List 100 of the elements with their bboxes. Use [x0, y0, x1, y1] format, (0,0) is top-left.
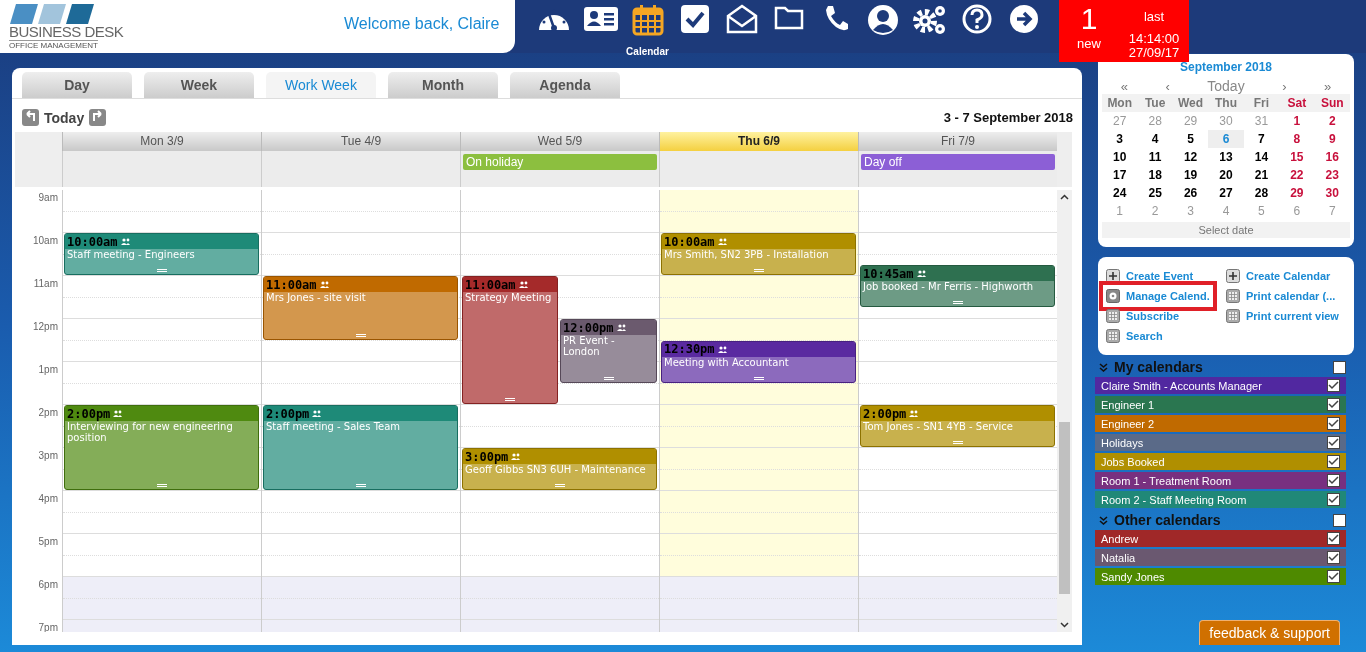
all-day-event[interactable]: Day off — [861, 154, 1055, 170]
date-cell[interactable]: 6 — [1279, 202, 1315, 220]
day-header[interactable]: Wed 5/9 — [460, 132, 659, 151]
calendar-item[interactable]: Andrew — [1095, 530, 1346, 547]
event-card[interactable]: 11:00am Mrs Jones - site visit — [263, 276, 458, 340]
date-cell[interactable]: 22 — [1279, 166, 1315, 184]
previous-icon[interactable] — [22, 109, 39, 126]
calendar-item[interactable]: Engineer 2 — [1095, 415, 1346, 432]
scroll-thumb[interactable] — [1059, 422, 1070, 594]
resize-handle[interactable] — [753, 376, 764, 380]
date-cell[interactable]: 1 — [1279, 112, 1315, 130]
resize-handle[interactable] — [952, 441, 963, 444]
date-cell[interactable]: 4 — [1208, 202, 1244, 220]
calendar-item[interactable]: Room 1 - Treatment Room — [1095, 472, 1346, 489]
date-cell[interactable]: 24 — [1102, 184, 1138, 202]
event-card[interactable]: 10:00am Mrs Smith, SN2 3PB - Installation — [661, 233, 856, 275]
calendar-item[interactable]: Engineer 1 — [1095, 396, 1346, 413]
event-card[interactable]: 2:00pm Staff meeting - Sales Team — [263, 405, 458, 490]
date-cell[interactable]: 7 — [1314, 202, 1350, 220]
date-cell[interactable]: 28 — [1137, 112, 1173, 130]
action-link[interactable]: Search — [1104, 326, 1165, 346]
resize-handle[interactable] — [952, 301, 963, 305]
date-cell[interactable]: 13 — [1208, 148, 1244, 166]
resize-handle[interactable] — [554, 484, 565, 487]
contact-card-icon[interactable] — [582, 4, 619, 34]
chevron-down-icon[interactable] — [1099, 362, 1108, 372]
action-link[interactable]: Subscribe — [1104, 306, 1182, 326]
today-button[interactable]: Today — [44, 109, 85, 126]
checkbox[interactable] — [1327, 493, 1340, 506]
event-card[interactable]: 10:00am Staff meeting - Engineers — [64, 233, 259, 275]
action-link[interactable]: Create Event — [1104, 266, 1196, 286]
event-card[interactable]: 10:45am Job booked - Mr Ferris - Highworth — [860, 265, 1055, 308]
date-cell[interactable]: 29 — [1279, 184, 1315, 202]
resize-handle[interactable] — [355, 333, 366, 337]
next-year-button[interactable]: » — [1323, 78, 1332, 94]
date-cell[interactable]: 2 — [1137, 202, 1173, 220]
date-cell[interactable]: 10 — [1102, 148, 1138, 166]
date-cell[interactable]: 30 — [1314, 184, 1350, 202]
date-cell[interactable]: 27 — [1208, 184, 1244, 202]
checkbox[interactable] — [1327, 379, 1340, 392]
event-card[interactable]: 12:00pm PR Event - London — [560, 319, 657, 383]
calendar-item[interactable]: Holidays — [1095, 434, 1346, 451]
date-cell[interactable]: 5 — [1243, 202, 1280, 220]
date-cell[interactable]: 9 — [1314, 130, 1350, 148]
action-link[interactable]: Manage Calend. — [1104, 286, 1212, 306]
settings-icon[interactable] — [911, 4, 948, 36]
day-header[interactable]: Tue 4/9 — [261, 132, 460, 151]
envelope-icon[interactable] — [725, 4, 758, 34]
scrollbar[interactable] — [1057, 190, 1072, 632]
resize-handle[interactable] — [603, 376, 614, 380]
checkbox[interactable] — [1327, 455, 1340, 468]
view-tab[interactable]: Month — [388, 72, 498, 98]
arrow-right-icon[interactable] — [1008, 4, 1039, 34]
date-cell[interactable]: 29 — [1172, 112, 1209, 130]
action-link[interactable]: Print calendar (... — [1224, 286, 1338, 306]
date-cell[interactable]: 20 — [1208, 166, 1244, 184]
checkbox[interactable] — [1327, 551, 1340, 564]
date-cell[interactable]: 25 — [1137, 184, 1173, 202]
previous-year-button[interactable]: « — [1120, 78, 1128, 94]
calendar-item[interactable]: Claire Smith - Accounts Manager — [1095, 377, 1346, 394]
date-cell[interactable]: 31 — [1243, 112, 1280, 130]
scroll-down-icon[interactable] — [1060, 622, 1069, 628]
date-cell[interactable]: 4 — [1137, 130, 1173, 148]
calendar-item[interactable]: Jobs Booked — [1095, 453, 1346, 470]
checkbox[interactable] — [1327, 474, 1340, 487]
checkbox[interactable] — [1327, 398, 1340, 411]
checkbox[interactable] — [1327, 417, 1340, 430]
resize-handle[interactable] — [505, 398, 515, 401]
date-cell[interactable]: 18 — [1137, 166, 1173, 184]
date-cell[interactable]: 11 — [1137, 148, 1173, 166]
calendar-item[interactable]: Natalia — [1095, 549, 1346, 566]
view-tab[interactable]: Work Week — [266, 72, 376, 98]
checkbox[interactable] — [1327, 532, 1340, 545]
calendar-item[interactable]: Room 2 - Staff Meeting Room — [1095, 491, 1346, 508]
checkbox-icon[interactable] — [679, 4, 710, 34]
date-cell[interactable]: 12 — [1172, 148, 1209, 166]
date-cell[interactable]: 21 — [1243, 166, 1280, 184]
day-header[interactable]: Mon 3/9 — [62, 132, 261, 151]
resize-handle[interactable] — [156, 269, 167, 272]
help-icon[interactable] — [961, 4, 992, 34]
date-cell[interactable]: 5 — [1172, 130, 1209, 148]
date-cell[interactable]: 27 — [1102, 112, 1138, 130]
date-cell[interactable]: 16 — [1314, 148, 1350, 166]
action-link[interactable]: Create Calendar — [1224, 266, 1333, 286]
resize-handle[interactable] — [156, 484, 167, 487]
date-cell[interactable]: 8 — [1279, 130, 1315, 148]
checkbox[interactable] — [1327, 436, 1340, 449]
view-tab[interactable]: Week — [144, 72, 254, 98]
event-card[interactable]: 2:00pm Tom Jones - SN1 4YB - Service — [860, 405, 1055, 447]
calendar-icon[interactable] — [631, 4, 664, 36]
date-cell[interactable]: 15 — [1279, 148, 1315, 166]
previous-month-button[interactable]: ‹ — [1165, 78, 1170, 94]
date-cell[interactable]: 7 — [1243, 130, 1280, 148]
action-link[interactable]: Print current view — [1224, 306, 1341, 326]
folder-icon[interactable] — [773, 4, 804, 30]
today-button[interactable]: Today — [1207, 78, 1245, 94]
date-cell[interactable]: 26 — [1172, 184, 1209, 202]
scroll-up-icon[interactable] — [1060, 194, 1069, 200]
resize-handle[interactable] — [355, 484, 366, 487]
date-cell[interactable]: 3 — [1172, 202, 1209, 220]
